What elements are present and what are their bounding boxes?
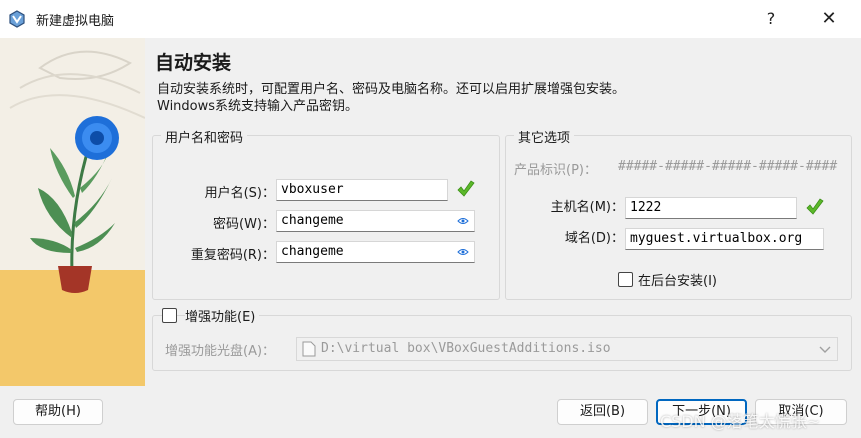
help-button[interactable]: 帮助(H): [13, 399, 103, 425]
repeat-password-input[interactable]: changeme: [276, 241, 475, 263]
other-options-group: 其它选项 产品标识(P)： #####-#####-#####-#####-##…: [505, 127, 852, 300]
username-password-group: 用户名和密码 用户名(S)： vboxuser 密码(W)： changeme …: [152, 127, 500, 300]
virtualbox-icon: [9, 10, 25, 28]
hostname-valid-check-icon: [806, 198, 824, 215]
close-button[interactable]: ✕: [806, 4, 852, 34]
domain-input[interactable]: myguest.virtualbox.org: [625, 228, 824, 250]
username-valid-check-icon: [457, 180, 475, 197]
chevron-down-icon[interactable]: [819, 346, 831, 354]
csdn-watermark: CSDN @落笔太慌张~: [660, 412, 821, 431]
password-label: 密码(W)：: [213, 217, 275, 232]
repeat-password-value: changeme: [281, 244, 344, 259]
product-key-label: 产品标识(P)：: [514, 163, 597, 178]
product-key-field[interactable]: #####-#####-#####-#####-####: [618, 159, 842, 174]
username-input[interactable]: vboxuser: [276, 179, 448, 201]
window-title: 新建虚拟电脑: [36, 14, 115, 29]
additions-iso-select[interactable]: D:\virtual box\VBoxGuestAdditions.iso: [296, 337, 838, 361]
show-password-icon[interactable]: [457, 216, 469, 226]
group-title-user: 用户名和密码: [161, 127, 248, 146]
description-line-2: Windows系统支持输入产品密钥。: [157, 99, 359, 114]
password-input[interactable]: changeme: [276, 210, 475, 232]
repeat-password-label: 重复密码(R)：: [190, 248, 275, 263]
background-install-checkbox[interactable]: [618, 272, 633, 287]
flower-illustration: [0, 38, 145, 386]
file-icon: [302, 341, 316, 357]
guest-additions-checkbox[interactable]: [162, 308, 177, 323]
domain-label: 域名(D)：: [564, 231, 624, 246]
page-title: 自动安装: [155, 52, 232, 74]
hostname-input[interactable]: 1222: [625, 197, 797, 219]
background-install-label: 在后台安装(I): [638, 274, 717, 289]
show-repeat-password-icon[interactable]: [457, 247, 469, 257]
wizard-illustration: [0, 38, 145, 386]
help-title-button[interactable]: ?: [748, 4, 794, 34]
title-bar: 新建虚拟电脑 ? ✕: [0, 0, 861, 38]
group-title-other: 其它选项: [514, 127, 575, 146]
additions-iso-path: D:\virtual box\VBoxGuestAdditions.iso: [321, 341, 611, 356]
password-value: changeme: [281, 213, 344, 228]
username-label: 用户名(S)：: [204, 186, 275, 201]
additions-iso-label: 增强功能光盘(A)：: [165, 344, 276, 359]
back-button[interactable]: 返回(B): [557, 399, 648, 425]
page-description: 自动安装系统时，可配置用户名、密码及电脑名称。还可以启用扩展增强包安装。 Win…: [157, 81, 625, 115]
guest-additions-label: 增强功能(E): [185, 306, 260, 325]
hostname-label: 主机名(M)：: [550, 200, 624, 215]
description-line-1: 自动安装系统时，可配置用户名、密码及电脑名称。还可以启用扩展增强包安装。: [157, 82, 626, 97]
wizard-page: 自动安装 自动安装系统时，可配置用户名、密码及电脑名称。还可以启用扩展增强包安装…: [145, 38, 861, 386]
